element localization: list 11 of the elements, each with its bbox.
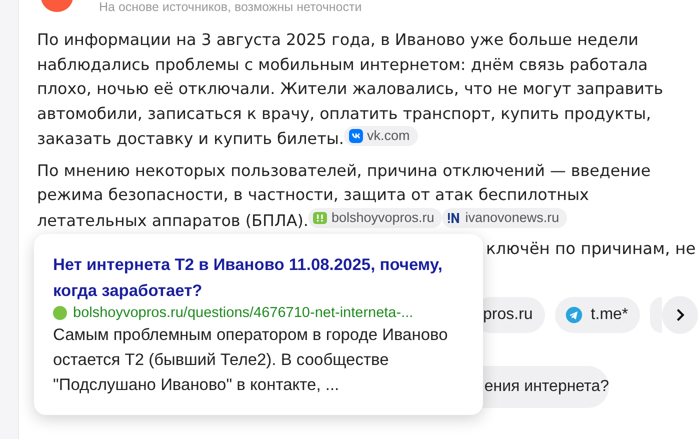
popup-title-link[interactable]: Нет интернета Т2 в Иваново 11.08.2025, почему, когда заработает? — [53, 252, 467, 304]
answer-paragraph: ключён по причинам, не — [486, 239, 696, 258]
source-link[interactable]: bolshoyvopros.ru — [308, 208, 442, 228]
disclaimer-text: На основе источников, возможны неточности — [99, 0, 362, 14]
source-chip[interactable]: t.me* — [554, 296, 640, 332]
popup-url-link[interactable]: bolshoyvopros.ru/questions/4676710-net-interneta-... — [73, 305, 414, 321]
source-link[interactable]: vk.com — [344, 126, 418, 146]
source-link[interactable]: ivanovonews.ru — [442, 208, 568, 228]
answer-paragraph: По мнению некоторых пользователей, причина отключений — введение режима безопасности, в частности, защита от атак беспилотных летательных аппаратов (БПЛА). bolshoyvopros.ru ivanovonews.ru — [37, 160, 652, 232]
popup-snippet: Самым проблемным оператором в городе Иваново остается Т2 (бывший Теле2). В сообществе "Подслушано Иваново" в контакте, ... — [53, 325, 449, 396]
answer-paragraph: По информации на 3 августа 2025 года, в Иваново уже больше недели наблюдались проблемы с мобильным интернетом: днём связь работала плохо, ночью её отключали. Жители жаловались, что не могут заправить автомобили, записаться к врачу, оплатить транспорт, купить продукты, заказать доставку и купить билеты. vk.com — [37, 29, 664, 150]
